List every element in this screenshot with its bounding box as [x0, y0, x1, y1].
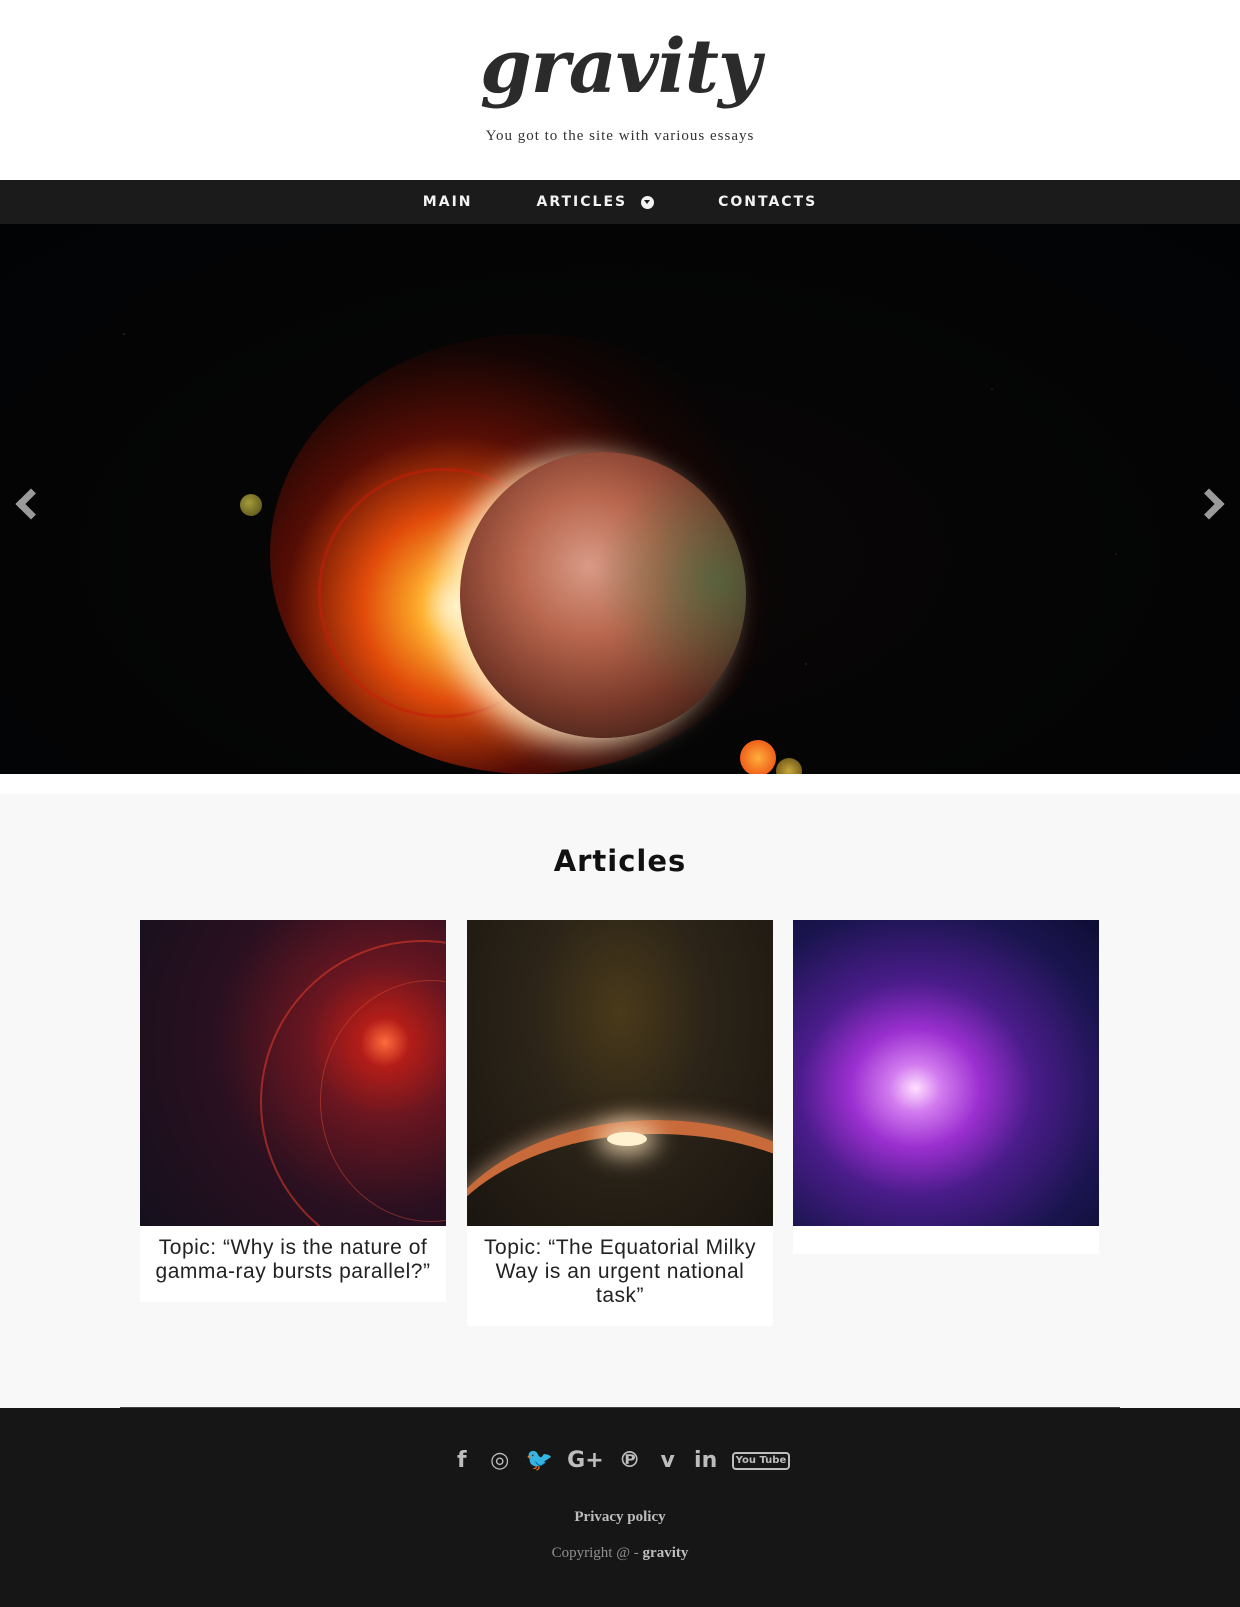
- nav-item-label: MAIN: [422, 194, 473, 210]
- site-header: gravity You got to the site with various…: [0, 0, 1240, 180]
- article-caption[interactable]: Topic: “The Equatorial Milky Way is an u…: [467, 1226, 773, 1326]
- slider-next-button[interactable]: [1193, 479, 1234, 529]
- nav-item-contacts[interactable]: CONTACTS: [718, 194, 817, 210]
- article-card[interactable]: Topic: “Why is the nature of gamma-ray b…: [140, 920, 446, 1302]
- copyright-prefix: Copyright @ -: [551, 1545, 639, 1561]
- article-card[interactable]: [793, 920, 1099, 1254]
- article-thumbnail[interactable]: [140, 920, 446, 1226]
- article-caption[interactable]: Topic: “Why is the nature of gamma-ray b…: [140, 1226, 446, 1302]
- chevron-down-icon[interactable]: [641, 195, 655, 209]
- vimeo-icon[interactable]: v: [656, 1448, 680, 1473]
- nav-item-main[interactable]: MAIN: [423, 194, 473, 210]
- google-plus-icon[interactable]: G+: [567, 1448, 604, 1473]
- article-card[interactable]: Topic: “The Equatorial Milky Way is an u…: [467, 920, 773, 1326]
- nav-item-label: ARTICLES: [536, 194, 628, 210]
- privacy-policy-link[interactable]: Privacy policy: [0, 1509, 1240, 1526]
- hero-flare: [740, 740, 776, 774]
- articles-section: Articles Topic: “Why is the nature of ga…: [0, 794, 1240, 1408]
- site-footer: f ◎ 🐦 G+ ℗ v in You Tube Privacy policy …: [0, 1408, 1240, 1607]
- articles-title: Articles: [553, 844, 687, 878]
- article-thumbnail[interactable]: [467, 920, 773, 1226]
- hero-planet: [460, 452, 746, 738]
- hero-moon: [240, 494, 262, 516]
- chevron-left-icon: [15, 488, 47, 520]
- copyright-brand-link[interactable]: gravity: [643, 1545, 689, 1561]
- twitter-icon[interactable]: 🐦: [526, 1448, 553, 1473]
- pinterest-icon[interactable]: ℗: [618, 1448, 642, 1473]
- nav-item-label: CONTACTS: [718, 194, 818, 210]
- slider-prev-button[interactable]: [6, 479, 47, 529]
- main-nav: MAIN ARTICLES CONTACTS: [0, 180, 1240, 224]
- youtube-icon[interactable]: You Tube: [731, 1451, 791, 1470]
- nav-item-articles[interactable]: ARTICLES: [537, 194, 655, 210]
- social-links: f ◎ 🐦 G+ ℗ v in You Tube: [0, 1448, 1240, 1473]
- article-caption[interactable]: [793, 1226, 1099, 1254]
- facebook-icon[interactable]: f: [450, 1448, 474, 1473]
- site-tagline: You got to the site with various essays: [485, 128, 755, 144]
- linkedin-icon[interactable]: in: [694, 1448, 718, 1473]
- site-logo[interactable]: gravity: [0, 30, 1240, 104]
- hero-slider: [0, 224, 1240, 774]
- chevron-right-icon: [1193, 488, 1225, 520]
- instagram-icon[interactable]: ◎: [488, 1448, 512, 1473]
- article-thumbnail[interactable]: [793, 920, 1099, 1226]
- copyright: Copyright @ - gravity: [0, 1545, 1240, 1562]
